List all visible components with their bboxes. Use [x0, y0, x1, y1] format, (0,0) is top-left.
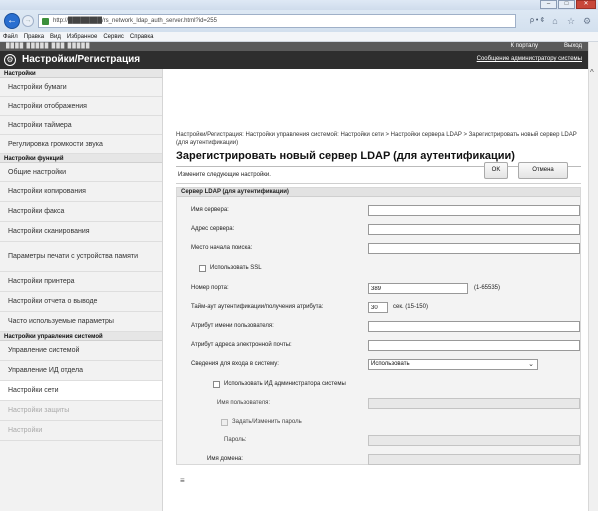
- ok-button[interactable]: OK: [484, 162, 508, 179]
- app-header: ⚙ Настройки/Регистрация Сообщение админи…: [0, 51, 588, 69]
- app-topbar: ████ █████ ███ █████ К порталу Выход: [0, 42, 588, 51]
- window-controls: – □ ✕: [539, 0, 596, 9]
- port-input[interactable]: [368, 283, 468, 294]
- instruction-text: Измените следующие настройки.: [178, 172, 271, 178]
- portal-link[interactable]: К порталу: [511, 43, 538, 49]
- server-name-input[interactable]: [368, 205, 580, 216]
- email-attr-label: Атрибут адреса электронной почты:: [191, 342, 292, 348]
- sidebar-item-paper[interactable]: Настройки бумаги: [0, 78, 162, 97]
- sidebar-item-memory-print[interactable]: Параметры печати с устройства памяти: [0, 242, 162, 272]
- sidebar-section-functions: Настройки функций: [0, 154, 162, 163]
- use-admin-id-checkbox[interactable]: [213, 381, 220, 388]
- sidebar-item-display[interactable]: Настройки отображения: [0, 97, 162, 116]
- sidebar-item-fax[interactable]: Настройки факса: [0, 202, 162, 222]
- server-address-label: Адрес сервера:: [191, 226, 235, 232]
- sidebar-item-network[interactable]: Настройки сети: [0, 381, 162, 401]
- chevron-down-icon: ⌄: [528, 361, 534, 368]
- username-attr-input[interactable]: [368, 321, 580, 332]
- sidebar-section-settings: Настройки: [0, 69, 162, 78]
- sidebar-item-system-management[interactable]: Управление системой: [0, 341, 162, 361]
- address-bar-area: ← → http://████████/rs_network_ldap_auth…: [0, 10, 598, 32]
- email-attr-input[interactable]: [368, 340, 580, 351]
- browser-menubar: Файл Правка Вид Избранное Сервис Справка: [0, 32, 598, 42]
- use-ssl-label: Использовать SSL: [210, 265, 262, 271]
- sidebar-item-security[interactable]: Настройки защиты: [0, 401, 162, 421]
- timeout-unit-hint: сек. (15-150): [393, 304, 428, 310]
- use-ssl-checkbox[interactable]: [199, 265, 206, 272]
- timeout-input[interactable]: [368, 302, 388, 313]
- sidebar-item-scan[interactable]: Настройки сканирования: [0, 222, 162, 242]
- url-field[interactable]: http://████████/rs_network_ldap_auth_ser…: [38, 14, 516, 28]
- sidebar: Настройки Настройки бумаги Настройки ото…: [0, 69, 163, 511]
- password-label: Пароль:: [224, 437, 247, 443]
- back-button[interactable]: ←: [4, 13, 20, 29]
- sidebar-section-management: Настройки управления системой: [0, 332, 162, 341]
- username-attr-label: Атрибут имени пользователя:: [191, 323, 274, 329]
- set-password-checkbox[interactable]: [221, 419, 228, 426]
- password-input[interactable]: [368, 435, 580, 446]
- breadcrumb: Настройки/Регистрация: Настройки управле…: [176, 132, 577, 146]
- cancel-button[interactable]: Отмена: [518, 162, 568, 179]
- menu-view[interactable]: Вид: [50, 34, 61, 40]
- login-info-select[interactable]: Использовать ⌄: [368, 359, 538, 370]
- maximize-button[interactable]: □: [558, 0, 575, 9]
- sidebar-item-volume[interactable]: Регулировка громкости звука: [0, 135, 162, 154]
- domain-label: Имя домена:: [207, 456, 243, 462]
- login-info-label: Сведения для входа в систему:: [191, 361, 279, 367]
- port-label: Номер порта:: [191, 285, 229, 291]
- settings-logo-icon: ⚙: [4, 54, 16, 66]
- admin-message-link[interactable]: Сообщение администратору системы: [477, 56, 582, 62]
- settings-gear-icon[interactable]: ⚙: [582, 16, 592, 26]
- search-start-input[interactable]: [368, 243, 580, 254]
- sidebar-item-department-id[interactable]: Управление ИД отдела: [0, 361, 162, 381]
- logout-link[interactable]: Выход: [564, 43, 582, 49]
- menu-tools[interactable]: Сервис: [103, 34, 124, 40]
- vertical-scrollbar[interactable]: ^: [588, 42, 598, 511]
- browser-titlebar: – □ ✕: [0, 0, 598, 10]
- app-title: Настройки/Регистрация: [22, 54, 141, 65]
- set-password-label: Задать/Изменить пароль: [232, 419, 302, 425]
- button-divider: [176, 183, 581, 184]
- server-address-input[interactable]: [368, 224, 580, 235]
- device-info: ████ █████ ███ █████: [6, 43, 91, 49]
- user-name-label: Имя пользователя:: [217, 400, 271, 406]
- port-range-hint: (1-65535): [474, 285, 501, 291]
- search-start-label: Место начала поиска:: [191, 245, 253, 251]
- page-favicon-icon: [42, 18, 49, 25]
- page-title: Зарегистрировать новый сервер LDAP (для …: [176, 150, 515, 162]
- domain-input[interactable]: [368, 454, 580, 465]
- minimize-button[interactable]: –: [540, 0, 557, 9]
- form-section-header: Сервер LDAP (для аутентификации): [177, 188, 580, 197]
- sidebar-item-printer[interactable]: Настройки принтера: [0, 272, 162, 292]
- forward-button[interactable]: →: [22, 15, 34, 27]
- home-icon[interactable]: ⌂: [550, 16, 560, 26]
- sidebar-item-timer[interactable]: Настройки таймера: [0, 116, 162, 135]
- server-name-label: Имя сервера:: [191, 207, 229, 213]
- close-button[interactable]: ✕: [576, 0, 596, 9]
- menu-help[interactable]: Справка: [130, 34, 154, 40]
- ldap-form-panel: Сервер LDAP (для аутентификации) Имя сер…: [176, 187, 581, 465]
- timeout-label: Тайм-аут аутентификации/получения атрибу…: [191, 304, 324, 310]
- sidebar-item-copy[interactable]: Настройки копирования: [0, 182, 162, 202]
- sidebar-item-favorites[interactable]: Часто используемые параметры: [0, 312, 162, 332]
- favorites-star-icon[interactable]: ☆: [566, 16, 576, 26]
- address-tools[interactable]: ρ • ¢: [530, 17, 544, 24]
- sidebar-item-output-report[interactable]: Настройки отчета о выводе: [0, 292, 162, 312]
- login-info-selected: Использовать: [371, 361, 410, 367]
- use-admin-id-label: Использовать ИД администратора системы: [224, 381, 346, 387]
- sidebar-item-common[interactable]: Общие настройки: [0, 163, 162, 182]
- sidebar-item-more[interactable]: Настройки: [0, 421, 162, 441]
- user-name-input[interactable]: [368, 398, 580, 409]
- menu-edit[interactable]: Правка: [24, 34, 44, 40]
- scroll-up-icon[interactable]: ^: [590, 68, 594, 77]
- menu-favorites[interactable]: Избранное: [67, 34, 97, 40]
- toolbar-icons: ⌂ ☆ ⚙: [550, 16, 592, 26]
- bottom-mark: ≡: [180, 476, 185, 485]
- menu-file[interactable]: Файл: [3, 34, 18, 40]
